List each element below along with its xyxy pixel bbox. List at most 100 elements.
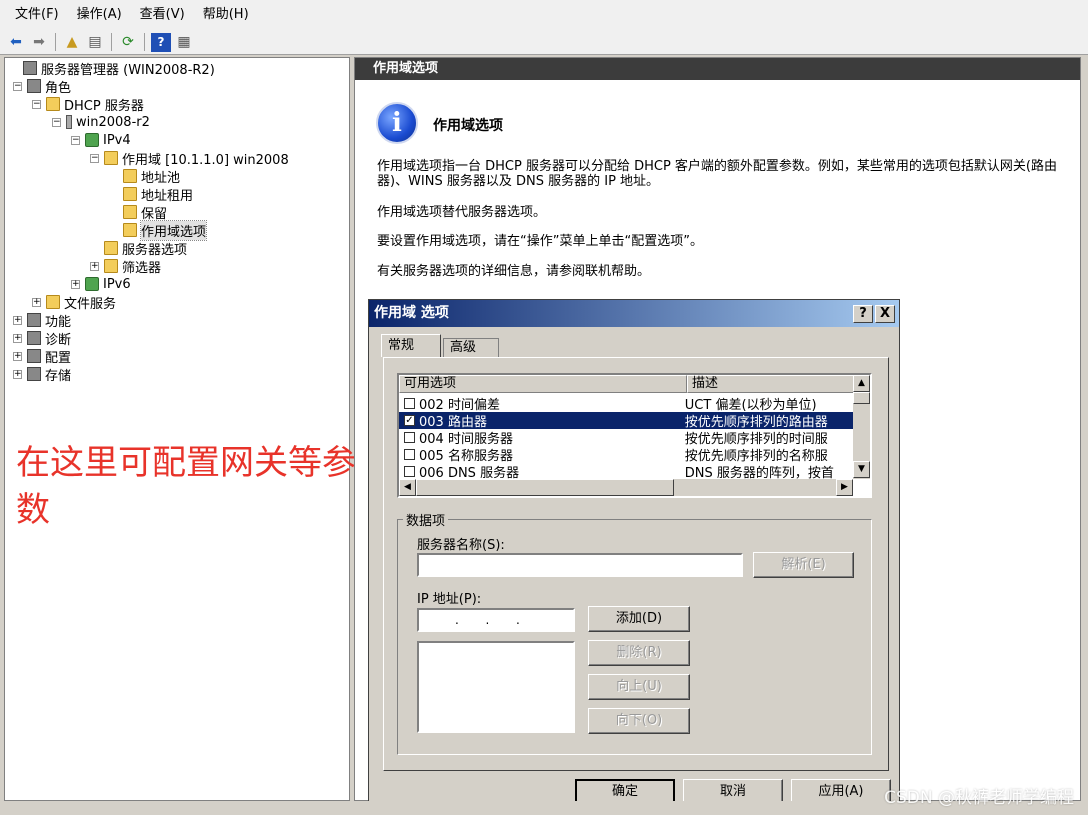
move-up-button[interactable]: 向上(U) bbox=[588, 674, 690, 700]
tree-item-features[interactable]: + 功能 bbox=[13, 311, 71, 330]
ip-address-input[interactable]: . . . bbox=[417, 608, 575, 632]
toolbar-separator bbox=[111, 33, 112, 51]
tree-item-server-options[interactable]: 服务器选项 bbox=[90, 239, 187, 258]
console-tree: 服务器管理器 (WIN2008-R2) − 角色 − DHCP 服务器 − wi… bbox=[4, 57, 350, 801]
refresh-icon[interactable]: ⟳ bbox=[118, 33, 138, 52]
option-row-selected[interactable]: ✓ 003 路由器 按优先顺序排列的路由器 bbox=[399, 412, 857, 430]
menu-file[interactable]: 文件(F) bbox=[6, 0, 68, 30]
move-down-button[interactable]: 向下(O) bbox=[588, 708, 690, 734]
show-hide-tree-icon[interactable]: ▤ bbox=[85, 33, 105, 52]
expand-icon[interactable]: + bbox=[13, 369, 22, 379]
option-row[interactable]: 005 名称服务器 按优先顺序排列的名称服 bbox=[399, 446, 857, 464]
scope-options-icon bbox=[123, 223, 137, 237]
scroll-right-icon[interactable]: ▶ bbox=[836, 479, 853, 496]
menu-view[interactable]: 查看(V) bbox=[131, 0, 194, 30]
remove-button[interactable]: 删除(R) bbox=[588, 640, 690, 666]
details-title: 作用域选项 bbox=[433, 118, 503, 134]
resolve-button[interactable]: 解析(E) bbox=[753, 552, 854, 578]
ip-address-label: IP 地址(P): bbox=[417, 592, 482, 607]
expand-icon[interactable]: + bbox=[32, 297, 41, 307]
collapse-icon[interactable]: − bbox=[32, 99, 41, 109]
help-icon[interactable]: ? bbox=[151, 32, 171, 52]
option-checkbox[interactable] bbox=[404, 449, 415, 460]
option-row[interactable]: 004 时间服务器 按优先顺序排列的时间服 bbox=[399, 429, 857, 447]
tree-item-configuration[interactable]: + 配置 bbox=[13, 347, 71, 366]
tree-item-roles[interactable]: − 角色 bbox=[13, 77, 71, 96]
filters-icon bbox=[104, 259, 118, 273]
details-instruction: 要设置作用域选项，请在“操作”菜单上单击“配置选项”。 bbox=[377, 234, 703, 249]
tree-item-ipv6[interactable]: + IPv6 bbox=[71, 275, 131, 293]
scroll-left-icon[interactable]: ◀ bbox=[399, 479, 416, 496]
vertical-scrollbar[interactable]: ▲ ▼ bbox=[853, 375, 870, 479]
tree-item-file-services[interactable]: + 文件服务 bbox=[32, 293, 116, 312]
collapse-icon[interactable]: − bbox=[71, 135, 80, 145]
tree-item-address-pool[interactable]: 地址池 bbox=[109, 167, 180, 186]
option-checkbox[interactable]: ✓ bbox=[404, 415, 415, 426]
tree-item-ipv4[interactable]: − IPv4 bbox=[71, 131, 131, 149]
option-row[interactable]: 002 时间偏差 UCT 偏差(以秒为单位) bbox=[399, 395, 857, 413]
collapse-icon[interactable]: − bbox=[90, 153, 99, 163]
option-checkbox[interactable] bbox=[404, 432, 415, 443]
scroll-down-icon[interactable]: ▼ bbox=[853, 461, 870, 478]
menu-action[interactable]: 操作(A) bbox=[68, 0, 131, 30]
horizontal-scrollbar[interactable]: ◀ ▶ bbox=[399, 479, 853, 496]
close-button[interactable]: X bbox=[875, 305, 895, 323]
expand-icon[interactable]: + bbox=[13, 333, 22, 343]
option-checkbox[interactable] bbox=[404, 466, 415, 477]
expand-icon[interactable]: + bbox=[13, 351, 22, 361]
tree-item-server-manager[interactable]: 服务器管理器 (WIN2008-R2) bbox=[9, 59, 215, 78]
expand-icon[interactable]: + bbox=[71, 279, 80, 289]
tab-advanced[interactable]: 高级 bbox=[443, 338, 499, 357]
address-pool-icon bbox=[123, 169, 137, 183]
info-icon: i bbox=[376, 102, 418, 144]
tree-item-address-leases[interactable]: 地址租用 bbox=[109, 185, 193, 204]
forward-icon[interactable]: ➡ bbox=[29, 33, 49, 52]
features-icon bbox=[27, 313, 41, 327]
add-button[interactable]: 添加(D) bbox=[588, 606, 690, 632]
tree-item-dhcp[interactable]: − DHCP 服务器 bbox=[32, 95, 144, 114]
option-row[interactable]: 006 DNS 服务器 DNS 服务器的阵列，按首 bbox=[399, 463, 857, 481]
storage-icon bbox=[27, 367, 41, 381]
collapse-icon[interactable]: − bbox=[13, 81, 22, 91]
tree-item-scope[interactable]: − 作用域 [10.1.1.0] win2008 bbox=[90, 149, 289, 168]
available-options-list[interactable]: 可用选项 描述 002 时间偏差 UCT 偏差(以秒为单位) ✓ 003 路由器… bbox=[397, 373, 872, 498]
tab-general[interactable]: 常规 bbox=[381, 334, 441, 357]
address-leases-icon bbox=[123, 187, 137, 201]
toolbar-separator bbox=[55, 33, 56, 51]
properties-icon[interactable]: ▦ bbox=[174, 33, 194, 52]
expand-icon[interactable]: + bbox=[90, 261, 99, 271]
tree-item-reservations[interactable]: 保留 bbox=[109, 203, 167, 222]
back-icon[interactable]: ⬅ bbox=[6, 33, 26, 52]
scroll-up-icon[interactable]: ▲ bbox=[853, 375, 870, 392]
list-header: 可用选项 描述 bbox=[399, 375, 857, 393]
roles-icon bbox=[27, 79, 41, 93]
scope-options-dialog: 作用域 选项 ? X 常规 高级 可用选项 描述 002 时间偏差 UCT 偏差… bbox=[368, 299, 900, 815]
reservations-icon bbox=[123, 205, 137, 219]
menu-help[interactable]: 帮助(H) bbox=[194, 0, 258, 30]
details-description: 作用域选项指一台 DHCP 服务器可以分配给 DHCP 客户端的额外配置参数。例… bbox=[377, 159, 1058, 189]
server-icon bbox=[66, 115, 72, 129]
tree-item-storage[interactable]: + 存储 bbox=[13, 365, 71, 384]
collapse-icon[interactable]: − bbox=[52, 117, 61, 127]
file-services-icon bbox=[46, 295, 60, 309]
tree-item-scope-options[interactable]: 作用域选项 bbox=[109, 219, 208, 241]
column-available-options[interactable]: 可用选项 bbox=[399, 375, 687, 393]
server-name-input[interactable] bbox=[417, 553, 743, 577]
ip-address-list[interactable] bbox=[417, 641, 575, 733]
dhcp-server-icon bbox=[46, 97, 60, 111]
option-checkbox[interactable] bbox=[404, 398, 415, 409]
expand-icon[interactable]: + bbox=[13, 315, 22, 325]
up-icon[interactable]: ▲ bbox=[62, 33, 82, 52]
help-button[interactable]: ? bbox=[853, 305, 873, 323]
dialog-titlebar[interactable]: 作用域 选项 ? X bbox=[369, 300, 899, 327]
ipv4-icon bbox=[85, 133, 99, 147]
watermark: CSDN @秋裤老师学编程 bbox=[884, 788, 1074, 808]
tree-item-diagnostics[interactable]: + 诊断 bbox=[13, 329, 71, 348]
annotation-text: 在这里可配置网关等参数 bbox=[16, 443, 356, 530]
tree-item-filters[interactable]: + 筛选器 bbox=[90, 257, 161, 276]
scroll-thumb[interactable] bbox=[416, 479, 674, 496]
dialog-title: 作用域 选项 bbox=[374, 305, 449, 321]
scroll-thumb[interactable] bbox=[853, 392, 870, 404]
column-description[interactable]: 描述 bbox=[687, 375, 857, 393]
tree-item-server[interactable]: − win2008-r2 bbox=[52, 113, 150, 131]
